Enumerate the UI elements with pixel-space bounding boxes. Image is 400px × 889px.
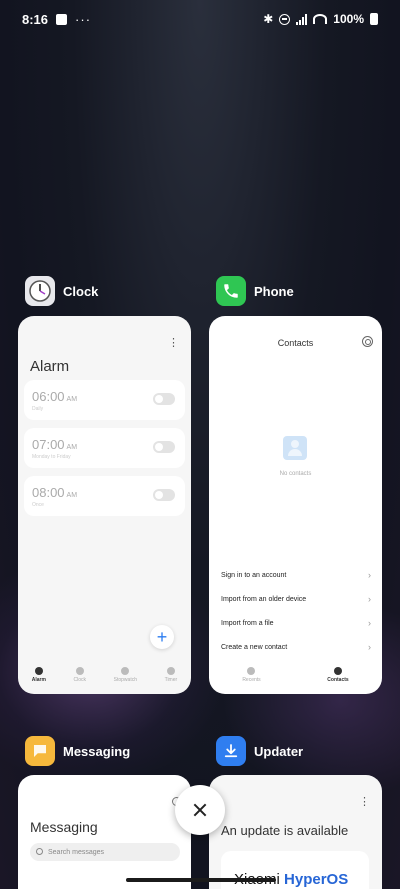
updater-app-card[interactable]: ⋮ An update is available Xiaomi HyperOS — [209, 775, 382, 889]
clock-bottom-nav: Alarm Clock Stopwatch Timer — [18, 656, 191, 694]
tab-stopwatch: Stopwatch — [114, 667, 137, 683]
updater-app-name: Updater — [254, 743, 304, 759]
messaging-icon — [25, 736, 55, 766]
bluetooth-icon: ✱ — [263, 12, 274, 26]
home-indicator[interactable] — [126, 878, 276, 882]
alarm-time: 08:00 — [32, 485, 65, 500]
download-icon — [216, 736, 246, 766]
timer-tab-icon — [166, 667, 175, 675]
updater-app-header[interactable]: Updater — [216, 736, 303, 766]
messaging-app-name: Messaging — [63, 743, 131, 759]
battery-icon — [370, 13, 378, 25]
phone-app-name: Phone — [254, 283, 294, 299]
search-placeholder: Search messages — [48, 848, 105, 856]
wifi-icon — [313, 14, 328, 24]
chevron-right-icon: › — [368, 570, 371, 580]
signal-icon — [296, 13, 308, 25]
option-sign-in: Sign in to an account › — [221, 570, 371, 580]
notification-square-icon — [56, 13, 68, 25]
updater-more-icon: ⋮ — [359, 796, 370, 808]
tab-alarm: Alarm — [32, 667, 46, 683]
status-bar: 8:16 ··· ✱ 100% — [0, 0, 400, 38]
alarm-repeat: Once — [32, 502, 44, 508]
clock-app-card[interactable]: ⋮ Alarm 06:00 AM Daily 07:00 AM Monday to … — [18, 316, 191, 694]
messaging-title: Messaging — [30, 819, 98, 835]
alarm-item: 07:00 AM Monday to Friday — [24, 428, 185, 468]
alarm-ampm: AM — [66, 444, 78, 451]
no-contacts-icon — [283, 436, 307, 460]
no-contacts-text: No contacts — [279, 471, 312, 477]
update-headline: An update is available — [221, 823, 349, 838]
option-import-file: Import from a file › — [221, 618, 371, 628]
more-notifications-icon: ··· — [75, 11, 92, 27]
tab-timer: Timer — [165, 667, 177, 683]
clock-tab-icon — [75, 667, 84, 675]
tab-recents: Recents — [242, 667, 261, 683]
phone-app-header[interactable]: Phone — [216, 276, 294, 306]
messaging-app-header[interactable]: Messaging — [25, 736, 130, 766]
alarm-title: Alarm — [30, 358, 70, 375]
clock-app-header[interactable]: Clock — [25, 276, 98, 306]
chevron-right-icon: › — [368, 642, 371, 652]
clock-app-name: Clock — [63, 283, 99, 299]
alarm-ampm: AM — [66, 396, 78, 403]
search-icon — [36, 848, 43, 855]
battery-percentage: 100% — [333, 12, 364, 26]
alarm-repeat: Daily — [32, 406, 44, 412]
recents-tab-icon — [247, 667, 256, 675]
settings-icon — [362, 336, 373, 347]
alarm-item: 08:00 AM Once — [24, 476, 185, 516]
clear-all-button[interactable] — [175, 785, 225, 835]
alarm-toggle — [153, 489, 175, 501]
phone-bottom-nav: Recents Contacts — [209, 656, 382, 694]
chevron-right-icon: › — [368, 594, 371, 604]
clock-icon — [25, 276, 55, 306]
messaging-app-card[interactable]: Messaging Search messages — [18, 775, 191, 889]
option-import-older-device: Import from an older device › — [221, 594, 371, 604]
alarm-time: 07:00 — [32, 437, 65, 452]
chevron-right-icon: › — [368, 618, 371, 628]
option-create-contact: Create a new contact › — [221, 642, 371, 652]
alarm-item: 06:00 AM Daily — [24, 380, 185, 420]
contacts-tab-icon — [333, 667, 342, 675]
alarm-ampm: AM — [66, 492, 78, 499]
alarm-toggle — [153, 441, 175, 453]
phone-icon — [216, 276, 246, 306]
alarm-toggle — [153, 393, 175, 405]
tab-contacts: Contacts — [327, 667, 349, 683]
status-time: 8:16 — [22, 11, 49, 27]
tab-clock: Clock — [74, 667, 86, 683]
add-alarm-icon: + — [150, 625, 174, 649]
do-not-disturb-icon — [279, 13, 291, 25]
alarm-tab-icon — [34, 667, 43, 675]
alarm-time: 06:00 — [32, 389, 65, 404]
alarm-repeat: Monday to Friday — [32, 454, 71, 460]
search-messages-field: Search messages — [30, 843, 180, 861]
phone-app-card[interactable]: Contacts No contacts Sign in to an accou… — [209, 316, 382, 694]
clock-more-icon: ⋮ — [168, 337, 179, 349]
contacts-title: Contacts — [277, 338, 314, 348]
stopwatch-tab-icon — [121, 667, 130, 675]
close-icon — [193, 803, 207, 817]
